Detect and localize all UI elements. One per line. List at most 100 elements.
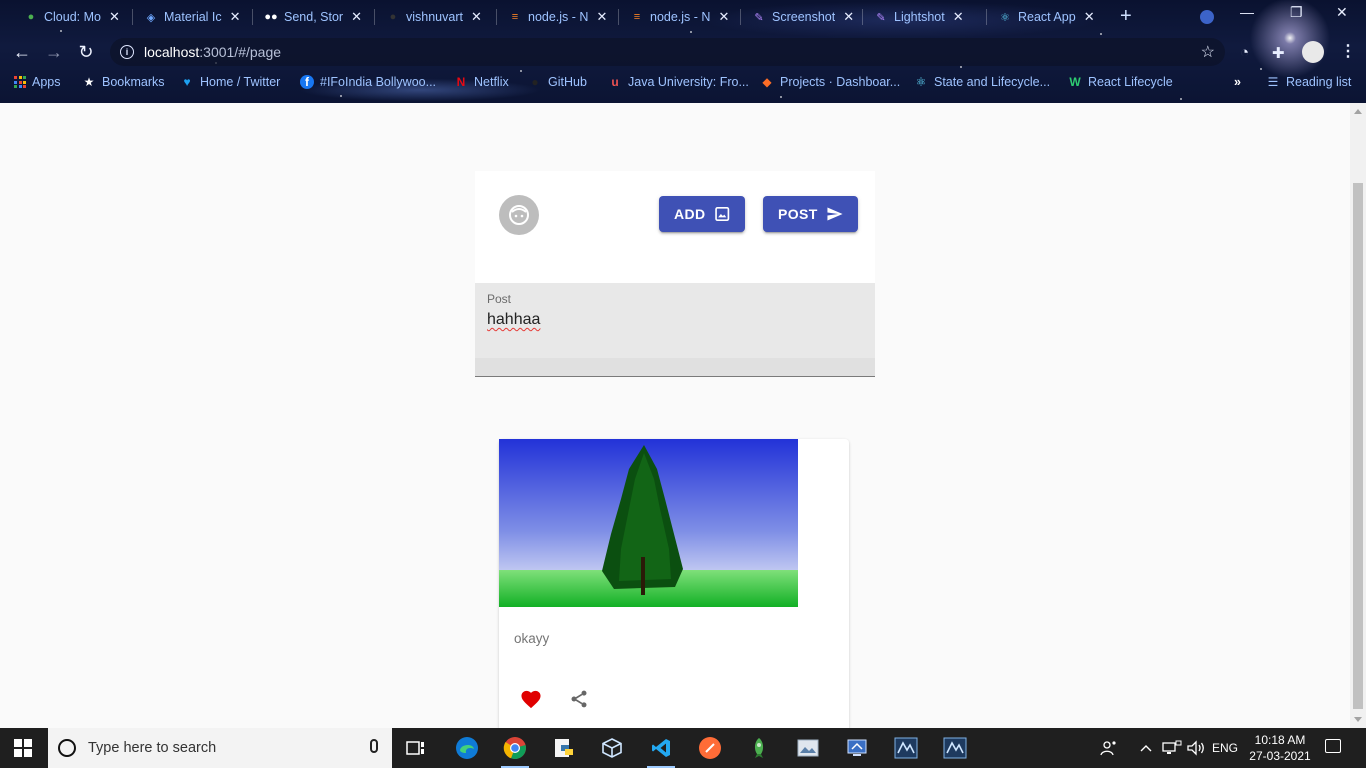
address-bar[interactable]: i localhost:3001/#/page ☆ bbox=[110, 38, 1225, 66]
tab-medium[interactable]: ●● Send, Stor ✕ bbox=[256, 4, 370, 30]
bookmark-react-lifecycle[interactable]: W React Lifecycle bbox=[1068, 75, 1172, 89]
bookmark-github[interactable]: ● GitHub bbox=[528, 75, 587, 89]
scroll-down-icon[interactable] bbox=[1354, 717, 1362, 722]
edge-browser-icon[interactable] bbox=[449, 732, 485, 764]
w-logo-icon: W bbox=[1069, 75, 1081, 89]
add-image-button[interactable]: ADD bbox=[659, 196, 745, 232]
post-caption: okayy bbox=[514, 631, 550, 646]
tab-cloud-mongo[interactable]: ● Cloud: Mo ✕ bbox=[16, 4, 128, 30]
tree-image bbox=[499, 439, 798, 607]
close-tab-icon[interactable]: ✕ bbox=[596, 9, 607, 25]
bookmark-twitter[interactable]: ♥ Home / Twitter bbox=[180, 75, 280, 89]
remote-desktop-icon[interactable] bbox=[839, 732, 875, 764]
tab-material-icons[interactable]: ◈ Material Ic ✕ bbox=[136, 4, 249, 30]
scrollbar-thumb[interactable] bbox=[1353, 183, 1363, 709]
windows-start-icon[interactable] bbox=[14, 739, 32, 757]
close-tab-icon[interactable]: ✕ bbox=[843, 9, 854, 25]
bookmark-state-lifecycle[interactable]: ⚛ State and Lifecycle... bbox=[914, 75, 1050, 89]
card-actions bbox=[499, 677, 849, 717]
bookmark-apps[interactable]: Apps bbox=[14, 75, 61, 89]
tab-react-app[interactable]: ⚛ React App ✕ bbox=[990, 4, 1103, 30]
avatar[interactable] bbox=[499, 195, 539, 235]
bookmark-label: Apps bbox=[32, 75, 61, 89]
tab-github[interactable]: ● vishnuvart ✕ bbox=[378, 4, 490, 30]
mysql-workbench-2-icon[interactable] bbox=[937, 732, 973, 764]
robo3t-rocket-icon[interactable] bbox=[741, 732, 777, 764]
bookmark-label: #IFoIndia Bollywoo... bbox=[320, 75, 437, 89]
bookmark-label: Bookmarks bbox=[102, 75, 165, 89]
post-text-field[interactable]: Post hahhaa bbox=[475, 283, 875, 377]
apps-grid-icon bbox=[14, 76, 26, 88]
bookmark-netflix[interactable]: N Netflix bbox=[454, 75, 509, 89]
restore-icon[interactable]: ❐ bbox=[1290, 4, 1303, 21]
url-path: :3001/#/page bbox=[199, 44, 282, 60]
postman-icon[interactable] bbox=[692, 732, 728, 764]
post-field-value[interactable]: hahhaa bbox=[487, 311, 540, 329]
bookmark-bookmarks[interactable]: ★ Bookmarks bbox=[82, 75, 165, 89]
taskbar-search[interactable]: Type here to search bbox=[48, 728, 392, 768]
tab-search-icon[interactable] bbox=[1200, 10, 1214, 24]
browser-chrome: ● Cloud: Mo ✕ ◈ Material Ic ✕ ●● Send, S… bbox=[0, 0, 1366, 103]
post-button[interactable]: POST bbox=[763, 196, 858, 232]
share-icon bbox=[571, 690, 587, 708]
bookmark-java-university[interactable]: u Java University: Fro... bbox=[608, 75, 749, 89]
page-scrollbar[interactable] bbox=[1350, 103, 1366, 728]
python-idle-icon[interactable] bbox=[546, 732, 582, 764]
action-center-icon[interactable] bbox=[1325, 739, 1341, 753]
scroll-up-icon[interactable] bbox=[1354, 109, 1362, 114]
extension-gauge-icon[interactable]: ◔ bbox=[1240, 44, 1249, 61]
profile-avatar[interactable] bbox=[1302, 41, 1324, 63]
tab-screenshot[interactable]: ✎ Screenshot ✕ bbox=[744, 4, 862, 30]
close-tab-icon[interactable]: ✕ bbox=[351, 9, 362, 25]
extensions-puzzle-icon[interactable]: ✚ bbox=[1272, 44, 1285, 62]
new-tab-icon[interactable]: + bbox=[1120, 6, 1132, 26]
url-text[interactable]: localhost:3001/#/page bbox=[144, 44, 281, 60]
image-viewer-icon[interactable] bbox=[790, 732, 826, 764]
tab-title: vishnuvart bbox=[406, 10, 463, 24]
network-icon[interactable] bbox=[1162, 728, 1182, 768]
share-button[interactable] bbox=[559, 679, 599, 719]
tab-nodejs-1[interactable]: ≡ node.js - N ✕ bbox=[500, 4, 615, 30]
forward-icon[interactable]: → bbox=[42, 40, 66, 64]
bookmark-projects[interactable]: ◆ Projects · Dashboar... bbox=[760, 75, 900, 89]
mysql-workbench-icon[interactable] bbox=[888, 732, 924, 764]
bookmark-facebook[interactable]: f #IFoIndia Bollywoo... bbox=[300, 75, 436, 89]
tab-lightshot[interactable]: ✎ Lightshot ✕ bbox=[866, 4, 972, 30]
minimize-icon[interactable]: — bbox=[1240, 4, 1254, 20]
close-tab-icon[interactable]: ✕ bbox=[1084, 9, 1095, 25]
tab-title: Send, Stor bbox=[284, 10, 344, 24]
tray-chevron-up-icon[interactable] bbox=[1140, 728, 1152, 768]
like-button[interactable] bbox=[511, 679, 551, 719]
chrome-icon[interactable] bbox=[497, 732, 533, 768]
bookmarks-overflow[interactable]: » bbox=[1234, 75, 1241, 89]
tab-nodejs-2[interactable]: ≡ node.js - N ✕ bbox=[622, 4, 737, 30]
close-tab-icon[interactable]: ✕ bbox=[109, 9, 120, 25]
tab-title: React App bbox=[1018, 10, 1076, 24]
system-clock[interactable]: 10:18 AM 27-03-2021 bbox=[1240, 732, 1320, 764]
browser-menu-icon[interactable]: ⋮ bbox=[1340, 41, 1356, 61]
navigation-bar: ← → ↻ i localhost:3001/#/page ☆ ◔ ✚ ⋮ bbox=[0, 36, 1366, 68]
close-window-icon[interactable]: ✕ bbox=[1336, 4, 1348, 21]
reading-list[interactable]: ☰ Reading list bbox=[1266, 75, 1352, 89]
bookmark-label: Projects · Dashboar... bbox=[780, 75, 901, 89]
tab-title: node.js - N bbox=[650, 10, 711, 24]
facebook-icon: f bbox=[300, 75, 314, 89]
reload-icon[interactable]: ↻ bbox=[74, 40, 98, 64]
close-tab-icon[interactable]: ✕ bbox=[230, 9, 241, 25]
microphone-icon[interactable] bbox=[370, 739, 378, 753]
people-icon[interactable] bbox=[1100, 728, 1118, 768]
vscode-icon[interactable] bbox=[643, 732, 679, 768]
task-view-icon[interactable] bbox=[398, 732, 434, 764]
close-tab-icon[interactable]: ✕ bbox=[953, 9, 964, 25]
language-indicator[interactable]: ENG bbox=[1212, 728, 1238, 768]
close-tab-icon[interactable]: ✕ bbox=[718, 9, 729, 25]
site-info-icon[interactable]: i bbox=[120, 45, 134, 59]
overflow-chevron-icon: » bbox=[1234, 75, 1241, 89]
lightshot-feather-icon: ✎ bbox=[876, 11, 886, 24]
back-icon[interactable]: ← bbox=[10, 40, 34, 64]
virtualbox-cube-icon[interactable] bbox=[594, 732, 630, 764]
udemy-icon: u bbox=[611, 75, 619, 89]
close-tab-icon[interactable]: ✕ bbox=[471, 9, 482, 25]
bookmark-star-icon[interactable]: ☆ bbox=[1201, 42, 1215, 62]
volume-icon[interactable] bbox=[1186, 728, 1206, 768]
